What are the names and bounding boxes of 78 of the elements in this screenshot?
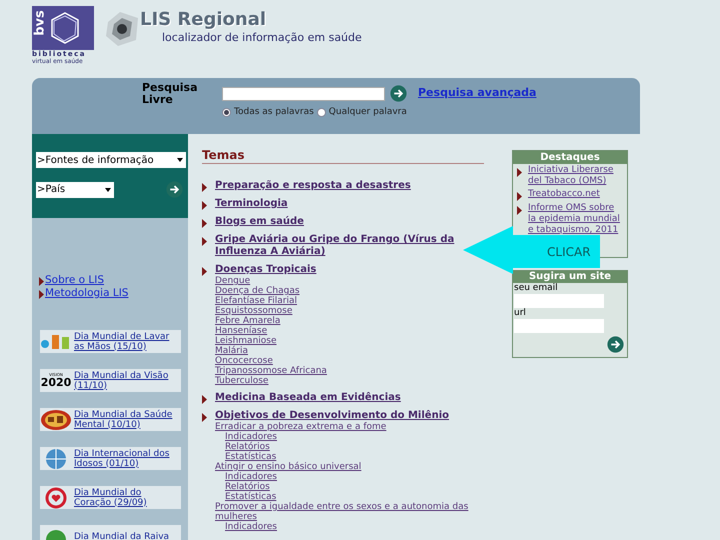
subtopic-link[interactable]: Erradicar a pobreza extrema e a fome [215,422,487,432]
bullet-icon [202,219,207,228]
subtopic-link[interactable]: Doença de Chagas [215,286,487,296]
event-link[interactable]: Dia Mundial de Lavar as Mãos (15/10) [74,332,181,352]
event-banner[interactable]: Dia Mundial de Lavar as Mãos (15/10) [40,330,181,353]
bullet-icon [517,168,522,177]
subtopic-link[interactable]: Esquistossomose [215,306,487,316]
sidebar-link[interactable]: Metodologia LIS [45,287,128,300]
event-banner[interactable]: Dia Internacional dos Idosos (01/10) [40,447,181,470]
subtopic-link[interactable]: Indicadores [215,472,487,482]
highlight-link[interactable]: Informe OMS sobre la epidemia mundial e tabaquismo, 2011 [528,203,623,236]
subtopic-link[interactable]: Relatórios [215,442,487,452]
topic-link[interactable]: Doenças Tropicais [215,264,459,276]
bullet-icon [517,206,522,215]
event-banner[interactable]: Dia Mundial da Saúde Mental (10/10) [40,408,181,431]
search-field[interactable] [222,86,385,100]
subtopic-link[interactable]: Malária [215,346,487,356]
source-dropdown[interactable]: >Fontes de informação [36,152,186,168]
suggest-heading: Sugira um site [513,271,627,283]
topic-link[interactable]: Medicina Baseada em Evidências [215,392,401,404]
bullet-icon [517,192,522,201]
bullet-icon [202,183,207,192]
subtopic-link[interactable]: Atingir o ensino básico universal [215,462,487,472]
event-link[interactable]: Dia Mundial do Coração (29/09) [74,488,181,508]
subtopic-link[interactable]: Indicadores [215,432,487,442]
subtopic-link[interactable]: Estatísticas [215,492,487,502]
event-link[interactable]: Dia Mundial da Visão (11/10) [74,370,181,390]
topic-link[interactable]: Terminologia [215,198,288,210]
world-map-icon [40,408,72,430]
topic-link[interactable]: Gripe Aviária ou Gripe do Frango (Vírus da Influenza A Aviária) [215,234,459,258]
bullet-icon [202,395,207,404]
event-link[interactable]: Dia Internacional dos Idosos (01/10) [74,448,181,468]
highlights-heading: Destaques [513,151,627,164]
topic-link[interactable]: Blogs em saúde [215,216,304,228]
radio-button[interactable] [222,108,231,118]
country-dropdown[interactable]: >País [36,182,114,198]
subtopic-link[interactable]: Promover a igualdade entre os sexos e a autonomia das mulheres [215,502,487,522]
input-field[interactable] [514,319,604,333]
event-link[interactable]: Dia Mundial da Raiva [74,532,170,540]
subtopic-link[interactable]: Estatísticas [215,452,487,462]
topic-link[interactable]: Objetivos de Desenvolvimento do Milênio [215,410,459,422]
bullet-icon [202,413,207,422]
temas-heading: Temas [202,148,484,164]
radio-button[interactable] [316,108,326,118]
bullet-icon [202,267,207,276]
event-link[interactable]: Dia Mundial da Saúde Mental (10/10) [74,410,181,430]
caret-icon [177,158,183,162]
bullet-icon [39,290,44,299]
search-label: Pesquisa Livre [142,82,199,108]
event-banner[interactable]: Dia Mundial da Raiva [40,525,181,540]
input-field[interactable] [514,294,604,308]
bullet-icon [202,237,207,246]
subtopic-link[interactable]: Febre Amarela [215,316,487,326]
sidebar-link[interactable]: Sobre o LIS [45,274,104,287]
spiral-logo-icon [104,10,140,48]
subtopic-link[interactable]: Leishmaniose [215,336,487,346]
field-label: url [514,308,527,319]
site-title: LIS Regional [140,10,268,30]
subtopic-link[interactable]: Hanseníase [215,326,487,336]
highlight-link[interactable]: Iniciativa Liberarse del Tabaco (OMS) [528,165,623,187]
subtopic-link[interactable]: Relatórios [215,482,487,492]
subtopic-link[interactable]: Dengue [215,276,487,286]
radio-label: Qualquer palavra [328,106,407,119]
bullet-icon [202,201,207,210]
field-label: seu email [514,283,559,294]
site-subtitle: localizador de informação em saúde [162,30,362,46]
subtopic-link[interactable]: Oncocercose [215,356,487,366]
subtopic-link[interactable]: Indicadores [215,522,487,532]
topic-link[interactable]: Preparação e resposta a desastres [215,180,411,192]
subtopic-link[interactable]: Tripanossomose Africana [215,366,487,376]
subtopic-link[interactable]: Elefantíase Filarial [215,296,487,306]
event-banner[interactable]: Dia Mundial do Coração (29/09) [40,486,181,509]
radio-label: Todas as palavras [234,106,314,119]
subtopic-link[interactable]: Tuberculose [215,376,487,386]
highlight-link[interactable]: Treatobacco.net [528,189,600,201]
caret-icon [105,188,111,192]
bullet-icon [39,277,44,286]
callout-label: CLICAR [547,244,591,261]
